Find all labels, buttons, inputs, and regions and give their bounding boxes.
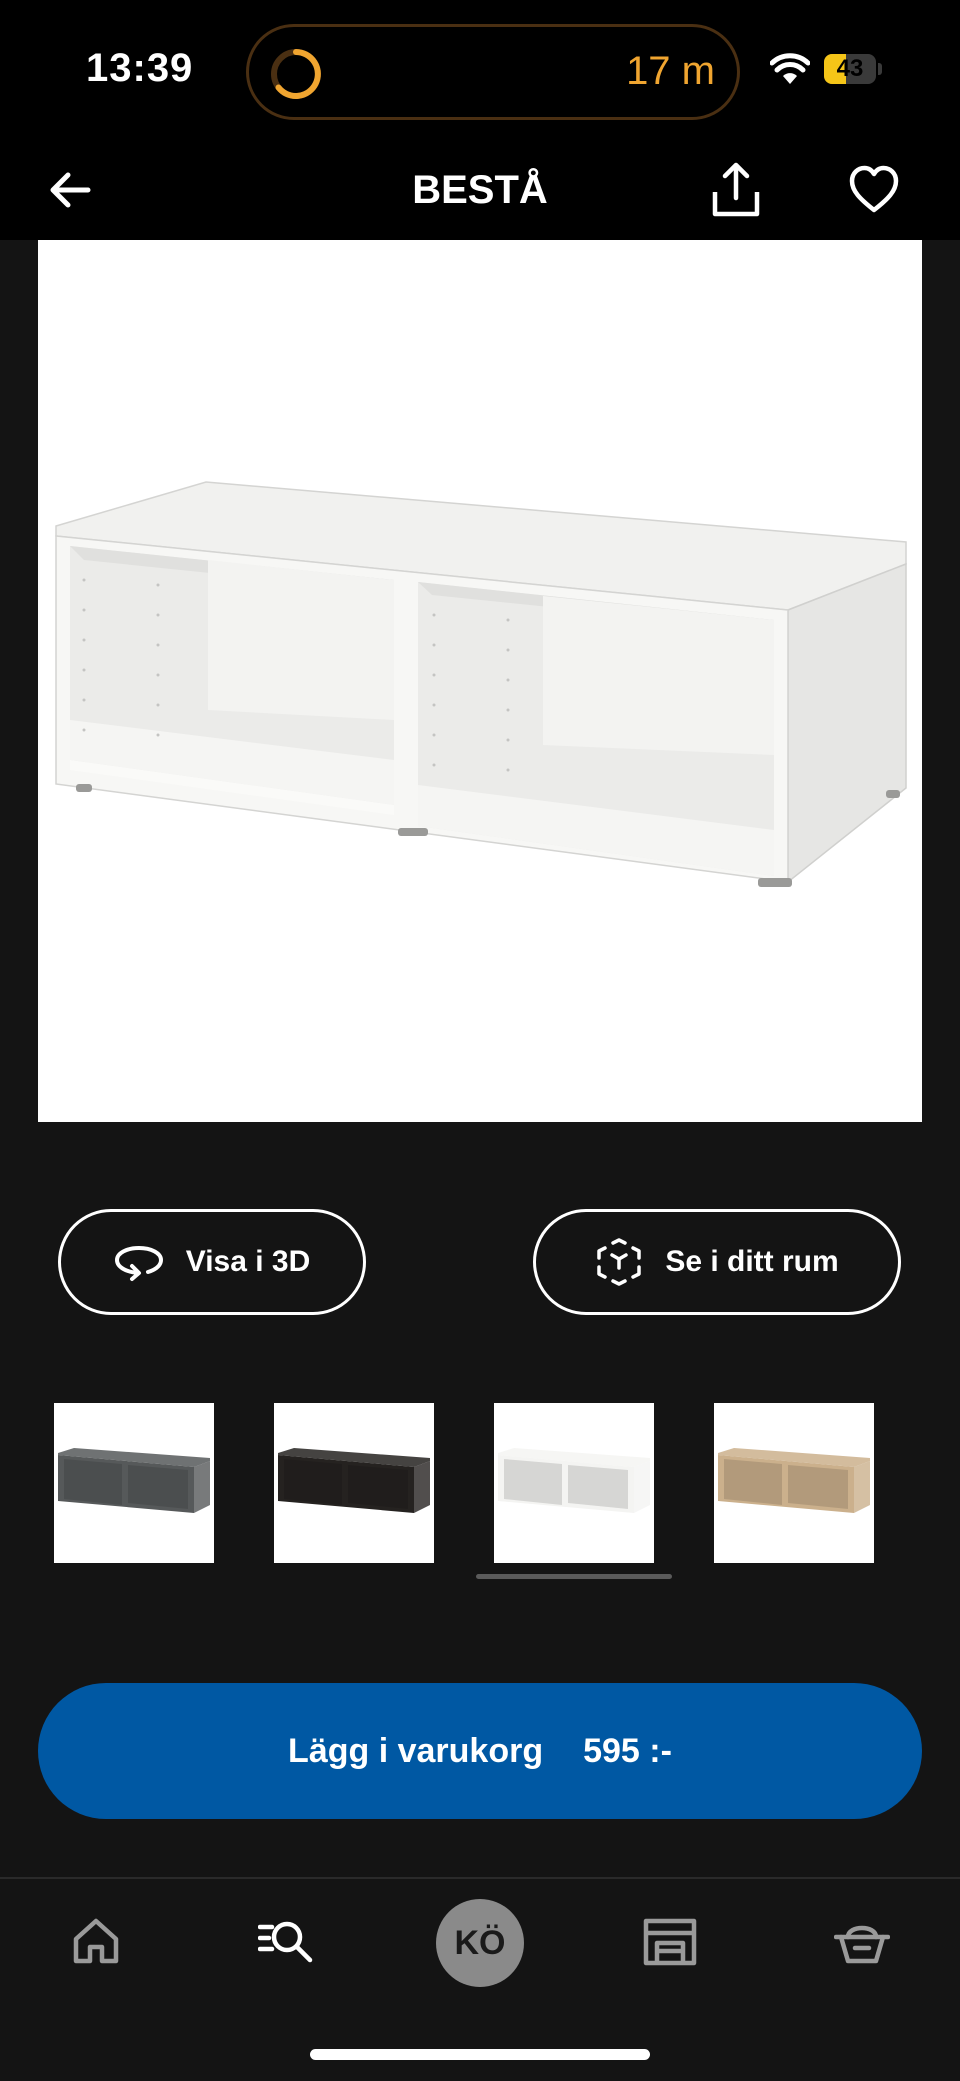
view-3d-button[interactable]: Visa i 3D: [58, 1209, 366, 1315]
home-icon[interactable]: [68, 1913, 124, 1969]
battery-tip: [878, 63, 882, 75]
selected-variant-indicator: [476, 1574, 672, 1579]
basket-icon[interactable]: [834, 1913, 890, 1969]
see-in-room-button[interactable]: Se i ditt rum: [533, 1209, 901, 1315]
queue-button[interactable]: KÖ: [436, 1899, 524, 1987]
top-header: BESTÅ: [0, 142, 960, 240]
variant-image: [278, 1448, 430, 1513]
variant-image: [718, 1448, 870, 1513]
variant-image: [58, 1448, 210, 1513]
variant-thumbnail-white[interactable]: [494, 1403, 654, 1563]
live-activity-duration: 17 m: [626, 49, 715, 93]
rotate-3d-icon: [114, 1245, 163, 1281]
queue-label: KÖ: [454, 1923, 506, 1962]
arrow-left-icon[interactable]: [42, 162, 98, 218]
variant-thumbnail-dark-grey[interactable]: [54, 1403, 214, 1563]
share-icon[interactable]: [706, 160, 766, 220]
add-to-cart-button[interactable]: Lägg i varukorg 595 :-: [38, 1683, 922, 1819]
wifi-icon: [770, 53, 810, 84]
search-icon[interactable]: [258, 1913, 314, 1969]
home-indicator: [310, 2049, 650, 2060]
white-tv-bench-image: [55, 481, 907, 887]
see-in-room-label: Se i ditt rum: [665, 1245, 839, 1278]
variant-thumbnail-white-stained-oak[interactable]: [714, 1403, 874, 1563]
heart-icon[interactable]: [846, 162, 902, 218]
status-time: 13:39: [86, 46, 194, 90]
timer-ring-icon: [271, 49, 321, 99]
live-activity[interactable]: 17 m: [246, 24, 740, 120]
battery-level: 43: [836, 55, 864, 82]
product-image[interactable]: [38, 240, 922, 1122]
add-to-cart-label: Lägg i varukorg: [288, 1731, 544, 1770]
variant-thumbnail-black-brown[interactable]: [274, 1403, 434, 1563]
status-bar: 13:39 17 m 43: [0, 0, 960, 142]
variant-image: [498, 1448, 650, 1513]
store-icon[interactable]: [642, 1913, 698, 1969]
battery-indicator: 43: [824, 54, 876, 84]
product-price: 595 :-: [583, 1731, 672, 1770]
view-3d-label: Visa i 3D: [185, 1245, 311, 1278]
ar-cube-icon: [597, 1238, 642, 1286]
page-title: BESTÅ: [412, 168, 548, 212]
